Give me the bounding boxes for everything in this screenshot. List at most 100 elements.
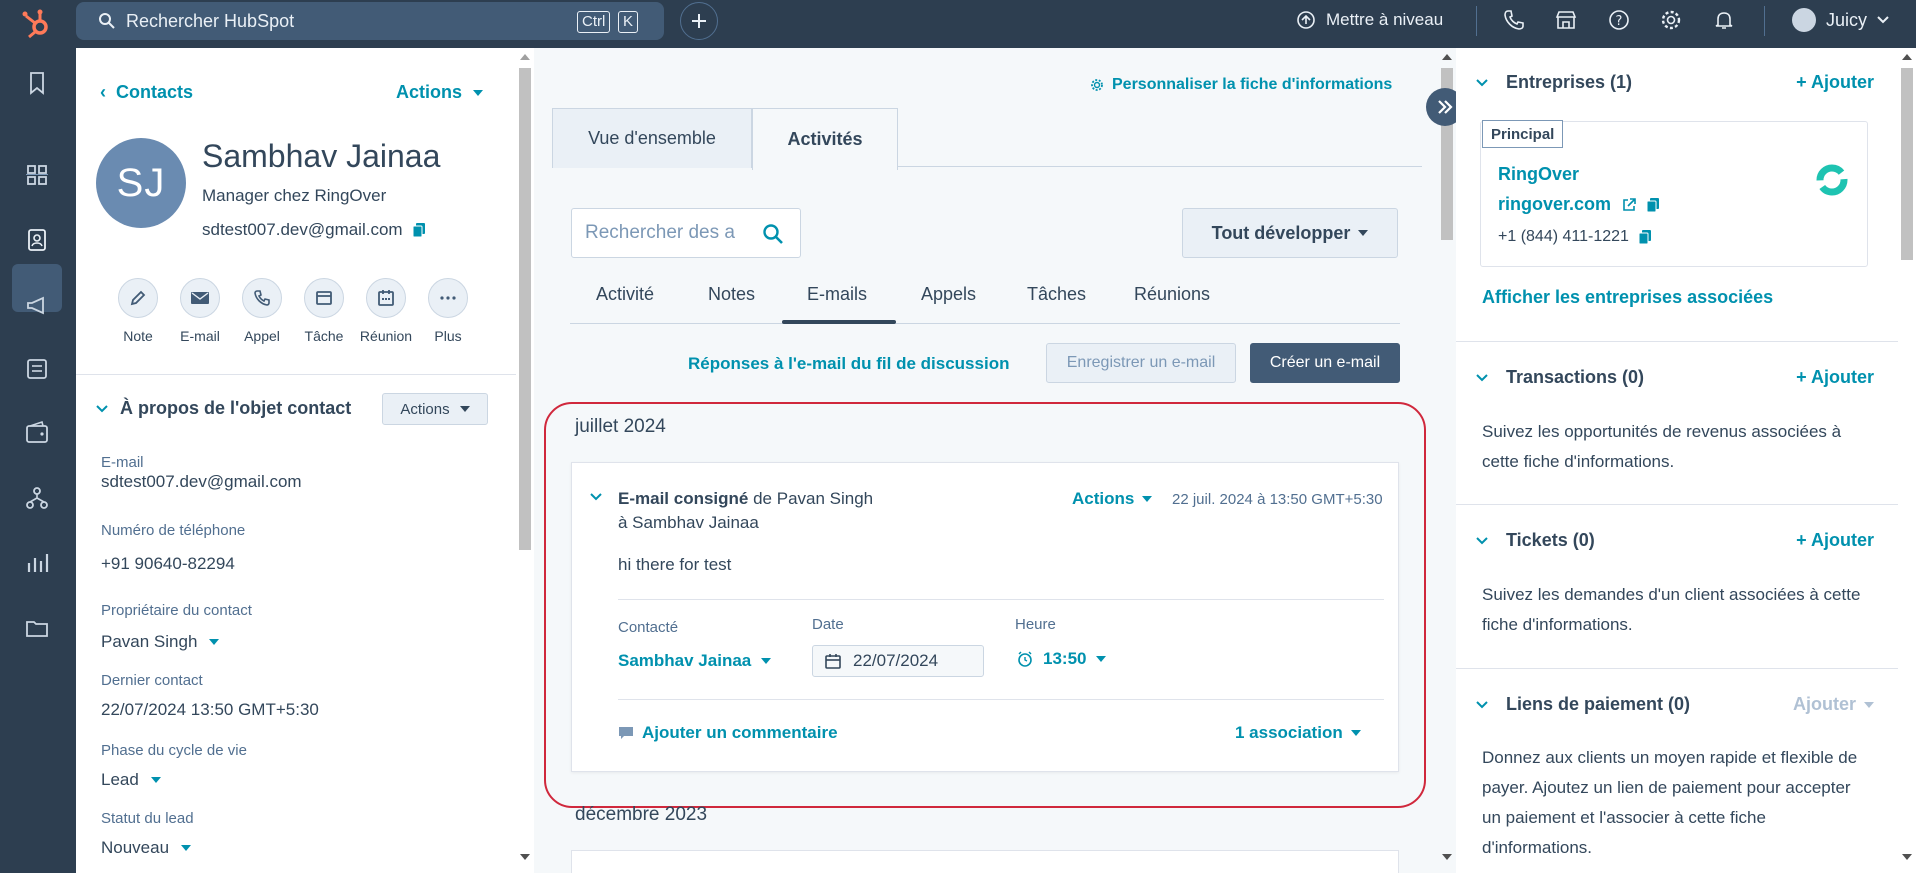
time-select[interactable]: 13:50 (1017, 649, 1107, 669)
tickets-section-toggle[interactable]: Tickets (0) (1476, 530, 1595, 551)
quick-action-call[interactable]: Appel (232, 278, 292, 344)
settings-gear-icon[interactable] (1659, 8, 1683, 32)
subtab-tasks[interactable]: Tâches (1027, 284, 1086, 305)
quick-action-meeting[interactable]: Réunion (356, 278, 416, 344)
property-lifecycle-select[interactable]: Lead (101, 770, 161, 790)
commerce-wallet-icon[interactable] (22, 418, 52, 448)
scroll-down-arrow-icon[interactable] (1902, 854, 1912, 860)
subtab-emails[interactable]: E-mails (807, 284, 867, 305)
property-last-contact-value: 22/07/2024 13:50 GMT+5:30 (101, 700, 319, 720)
scroll-up-arrow-icon[interactable] (1442, 54, 1452, 60)
deals-section-toggle[interactable]: Transactions (0) (1476, 367, 1644, 388)
actions-label: Actions (396, 82, 463, 102)
marketplace-icon[interactable] (1554, 8, 1578, 32)
add-comment-button[interactable]: Ajouter un commentaire (618, 723, 838, 743)
associations-sidebar: Entreprises (1) + Ajouter Principal Ring… (1456, 48, 1898, 873)
thread-replies-link[interactable]: Réponses à l'e-mail du fil de discussion (688, 354, 1009, 374)
personalize-record-link[interactable]: Personnaliser la fiche d'informations (1090, 76, 1392, 94)
content-icon[interactable] (22, 354, 52, 384)
expand-all-button[interactable]: Tout développer (1182, 208, 1398, 258)
right-panel-scrollbar[interactable] (1898, 48, 1916, 873)
date-input[interactable]: 22/07/2024 (812, 645, 984, 677)
scroll-up-arrow-icon[interactable] (1902, 54, 1912, 60)
tab-activities[interactable]: Activités (752, 108, 898, 170)
copy-icon[interactable] (1647, 197, 1660, 212)
contact-actions-menu[interactable]: Actions (396, 82, 484, 103)
create-email-button[interactable]: Créer un e-mail (1250, 343, 1400, 383)
reporting-bar-chart-icon[interactable] (22, 548, 52, 578)
account-menu[interactable]: Juicy (1792, 8, 1889, 32)
scroll-down-arrow-icon[interactable] (520, 854, 530, 860)
help-icon[interactable]: ? (1607, 8, 1631, 32)
svg-text:?: ? (1616, 14, 1623, 29)
quick-action-label: E-mail (180, 328, 220, 344)
about-section-toggle[interactable]: À propos de l'objet contact (96, 398, 351, 419)
email-actions-label: Actions (1072, 489, 1135, 508)
scroll-up-arrow-icon[interactable] (520, 54, 530, 60)
section-divider (76, 374, 516, 375)
contact-avatar[interactable]: SJ (96, 138, 186, 228)
contact-name[interactable]: Sambhav Jainaa (202, 138, 440, 175)
workspaces-grid-icon[interactable] (22, 160, 52, 190)
property-owner-select[interactable]: Pavan Singh (101, 632, 220, 652)
add-payment-link-button[interactable]: Ajouter (1793, 694, 1874, 715)
associations-menu[interactable]: 1 association (1235, 723, 1361, 743)
subtab-activity[interactable]: Activité (596, 284, 654, 305)
subtab-notes[interactable]: Notes (708, 284, 755, 305)
search-icon (99, 13, 115, 29)
search-icon[interactable] (762, 223, 784, 245)
email-actions-menu[interactable]: Actions (1072, 489, 1153, 509)
hubspot-logo-icon[interactable] (20, 6, 56, 42)
left-panel-scrollbar[interactable] (516, 48, 534, 873)
payment-links-title: Liens de paiement (0) (1506, 694, 1691, 714)
bookmark-icon[interactable] (22, 68, 52, 98)
automation-icon[interactable] (22, 483, 52, 513)
notifications-bell-icon[interactable] (1712, 8, 1736, 32)
log-email-button[interactable]: Enregistrer un e-mail (1046, 343, 1236, 383)
about-actions-button[interactable]: Actions (382, 393, 488, 425)
scroll-down-arrow-icon[interactable] (1442, 854, 1452, 860)
time-label: Heure (1015, 616, 1056, 633)
activity-card (571, 850, 1399, 873)
about-actions-label: Actions (400, 400, 450, 418)
contacted-select[interactable]: Sambhav Jainaa (618, 651, 772, 671)
marketing-megaphone-icon[interactable] (22, 290, 52, 320)
scrollbar-thumb[interactable] (519, 68, 531, 550)
back-to-contacts-link[interactable]: ‹ Contacts (100, 82, 193, 103)
email-title[interactable]: E-mail consigné de Pavan Singh (618, 489, 873, 509)
gear-icon (1091, 79, 1103, 91)
subtab-calls[interactable]: Appels (921, 284, 976, 305)
activity-search-input[interactable]: Rechercher des a (571, 208, 801, 258)
copy-icon[interactable] (412, 223, 425, 237)
subtab-meetings[interactable]: Réunions (1134, 284, 1210, 305)
quick-action-more[interactable]: Plus (418, 278, 478, 344)
tab-overview[interactable]: Vue d'ensemble (552, 108, 752, 168)
property-label: Numéro de téléphone (101, 522, 246, 539)
companies-section-toggle[interactable]: Entreprises (1) (1476, 72, 1632, 93)
add-ticket-button[interactable]: + Ajouter (1796, 530, 1874, 551)
quick-action-email[interactable]: E-mail (170, 278, 230, 344)
payment-links-section-toggle[interactable]: Liens de paiement (0) (1476, 694, 1690, 715)
property-email-value[interactable]: sdtest007.dev@gmail.com (101, 472, 302, 492)
view-associated-companies-link[interactable]: Afficher les entreprises associées (1482, 287, 1773, 308)
library-folder-icon[interactable] (22, 613, 52, 643)
activity-scrollbar[interactable] (1438, 48, 1456, 873)
contacts-icon[interactable] (22, 225, 52, 255)
add-deal-button[interactable]: + Ajouter (1796, 367, 1874, 388)
quick-action-note[interactable]: Note (108, 278, 168, 344)
property-lead-status-select[interactable]: Nouveau (101, 838, 192, 858)
company-domain[interactable]: ringover.com (1498, 194, 1660, 215)
create-plus-button[interactable] (680, 2, 718, 40)
copy-icon[interactable] (1638, 230, 1651, 244)
external-link-icon[interactable] (1621, 197, 1637, 213)
phone-icon[interactable] (1502, 8, 1526, 32)
global-search-input[interactable]: Rechercher HubSpot Ctrl K (76, 2, 664, 40)
quick-action-task[interactable]: Tâche (294, 278, 354, 344)
add-company-button[interactable]: + Ajouter (1796, 72, 1874, 93)
upgrade-button[interactable]: Mettre à niveau (1296, 8, 1443, 32)
property-phone-value[interactable]: +91 90640-82294 (101, 554, 235, 574)
chevron-down-icon[interactable] (590, 493, 602, 501)
scrollbar-thumb[interactable] (1901, 68, 1913, 260)
company-name-link[interactable]: RingOver (1498, 164, 1579, 185)
caret-icon (209, 639, 220, 645)
